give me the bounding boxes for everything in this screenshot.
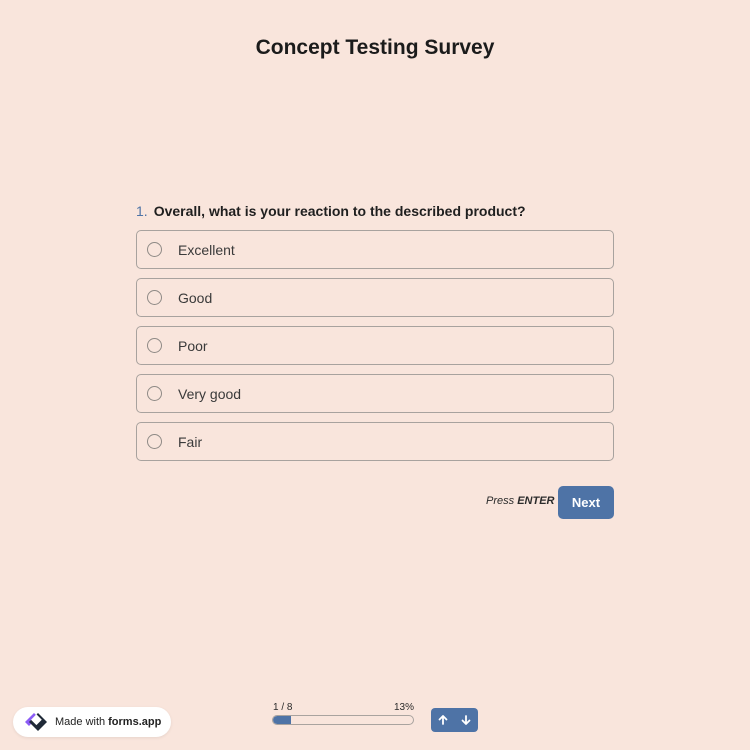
radio-button[interactable] xyxy=(147,290,162,305)
made-with-text: Made with xyxy=(55,716,106,728)
option-very-good[interactable]: Very good xyxy=(136,374,614,413)
question-number: 1. xyxy=(136,203,148,219)
question-heading: 1. Overall, what is your reaction to the … xyxy=(136,203,526,219)
arrow-up-icon xyxy=(438,715,448,725)
progress-bar xyxy=(272,715,414,725)
question-navigation xyxy=(431,708,478,732)
press-enter-hint: Press ENTER xyxy=(486,495,554,507)
next-button[interactable]: Next xyxy=(558,486,614,519)
next-question-button[interactable] xyxy=(455,708,479,732)
previous-question-button[interactable] xyxy=(431,708,455,732)
option-label: Fair xyxy=(178,433,203,450)
progress-count: 1 / 8 xyxy=(273,702,293,713)
forms-app-logo-icon xyxy=(25,713,47,731)
option-label: Very good xyxy=(178,385,242,402)
radio-button[interactable] xyxy=(147,242,162,257)
survey-title: Concept Testing Survey xyxy=(255,36,495,59)
question-text: Overall, what is your reaction to the de… xyxy=(153,203,526,219)
answer-options: Excellent Good Poor Very good Fair xyxy=(136,230,614,470)
progress-fill xyxy=(273,716,292,724)
press-key: ENTER xyxy=(517,495,555,507)
progress-percent: 13% xyxy=(394,702,415,713)
option-label: Poor xyxy=(178,337,208,354)
made-with-badge[interactable]: Made with forms.app xyxy=(13,707,171,737)
option-fair[interactable]: Fair xyxy=(136,422,614,461)
option-excellent[interactable]: Excellent xyxy=(136,230,614,269)
press-prefix: Press xyxy=(486,495,515,507)
option-label: Excellent xyxy=(178,241,235,258)
option-label: Good xyxy=(178,289,213,306)
radio-button[interactable] xyxy=(147,338,162,353)
radio-button[interactable] xyxy=(147,434,162,449)
arrow-down-icon xyxy=(461,715,471,725)
option-poor[interactable]: Poor xyxy=(136,326,614,365)
brand-name: forms.app xyxy=(108,716,162,728)
radio-button[interactable] xyxy=(147,386,162,401)
option-good[interactable]: Good xyxy=(136,278,614,317)
